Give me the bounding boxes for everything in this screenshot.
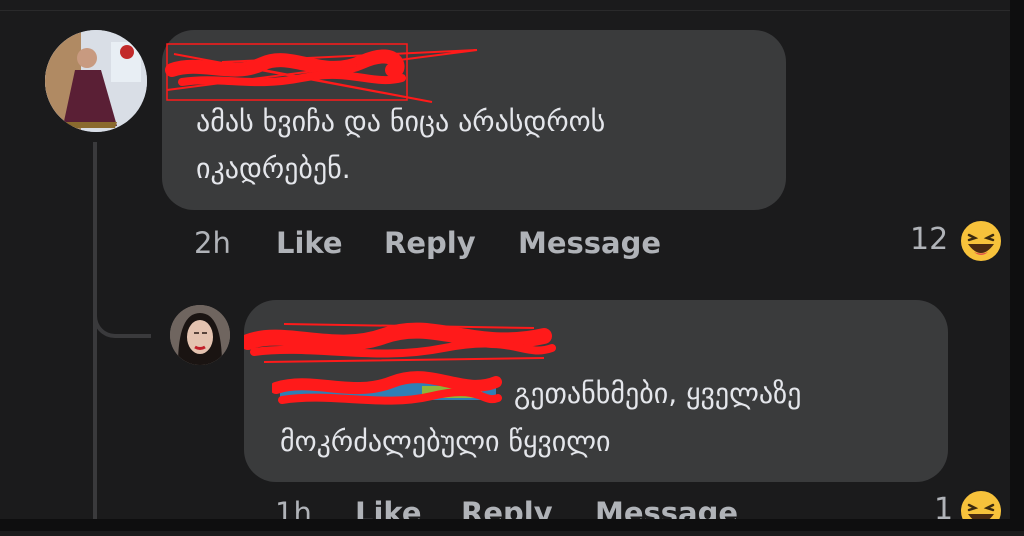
comment-time[interactable]: 2h — [194, 226, 231, 260]
comment-text-line: გეთანხმები, ყველაზე — [514, 377, 802, 410]
comment-text-line: მოკრძალებული წყვილი — [280, 425, 611, 458]
message-button[interactable]: Message — [518, 226, 661, 260]
thread-line — [93, 142, 97, 530]
screen-edge-right — [1010, 0, 1024, 531]
comment-bubble: ამას ხვიჩა და ნიცა არასდროს იკადრებენ. — [162, 30, 786, 210]
avatar[interactable] — [170, 305, 230, 365]
laughing-emoji-icon[interactable] — [958, 218, 1004, 264]
avatar-photo — [45, 30, 147, 132]
avatar[interactable] — [45, 30, 147, 132]
comment-text-line: ამას ხვიჩა და ნიცა არასდროს — [196, 105, 606, 138]
avatar-photo — [170, 305, 230, 365]
top-divider — [0, 0, 1024, 11]
screen-edge-bottom — [0, 519, 1024, 531]
comment-bubble: გეთანხმები, ყველაზე მოკრძალებული წყვილი — [244, 300, 948, 482]
comment-text-line: იკადრებენ. — [196, 152, 351, 185]
redaction-scribble — [272, 371, 502, 405]
redaction-scribble — [244, 322, 556, 363]
like-button[interactable]: Like — [276, 226, 343, 260]
thread-reply-connector — [93, 300, 151, 338]
comment-actions: 2h Like Reply Message — [194, 226, 694, 266]
reply-button[interactable]: Reply — [384, 226, 476, 260]
reaction-count[interactable]: 12 — [910, 222, 948, 257]
